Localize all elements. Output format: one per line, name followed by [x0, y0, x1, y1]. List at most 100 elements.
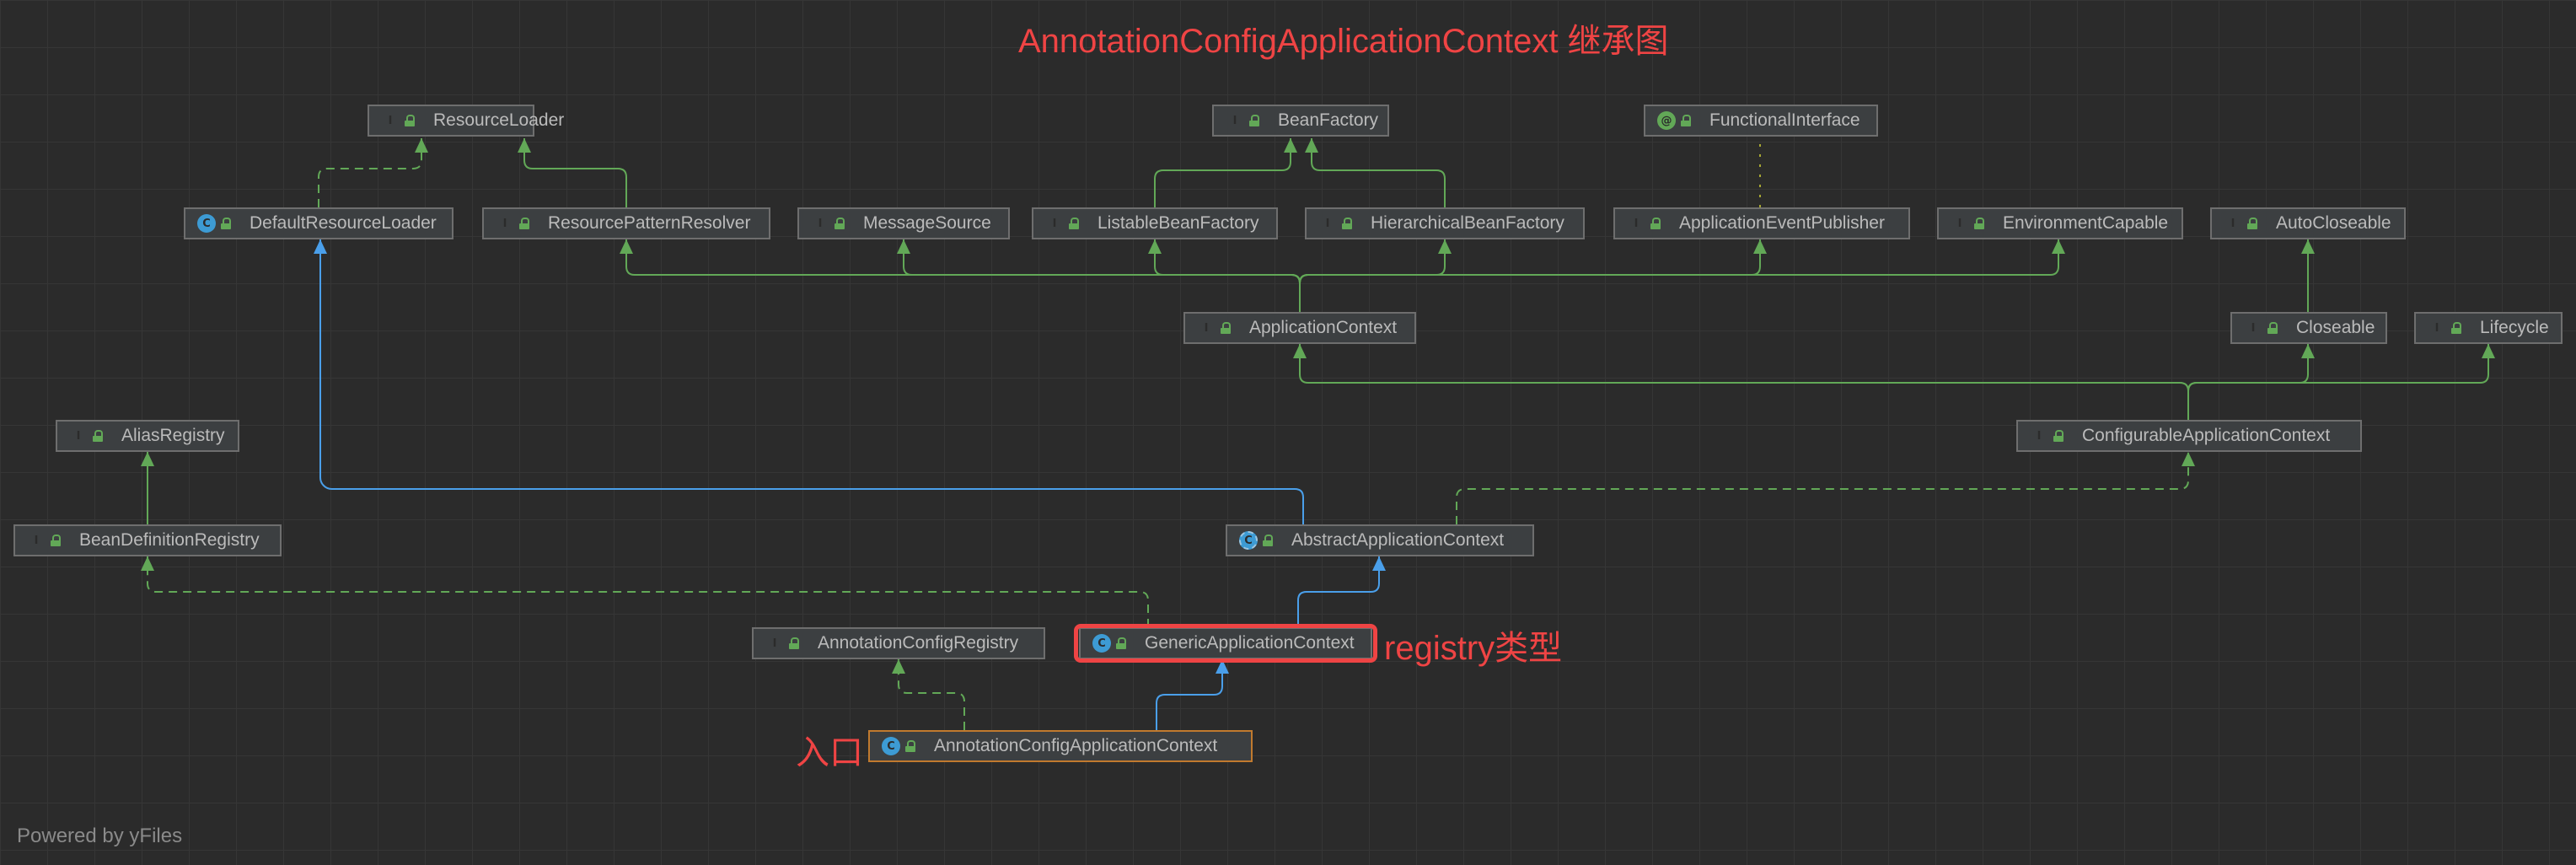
edge-line	[1154, 138, 1291, 207]
node-label: DefaultResourceLoader	[250, 213, 437, 233]
edge-arrowhead	[2301, 239, 2315, 254]
annotation-icon: @	[1657, 111, 1676, 130]
node-resource-pattern-resolver[interactable]: I ResourcePatternResolver	[482, 207, 770, 239]
edge-arrowhead	[314, 239, 327, 254]
interface-icon: I	[1204, 321, 1209, 335]
edge-arrowhead	[1284, 138, 1297, 153]
interface-icon: I	[1052, 217, 1057, 230]
interface-icon: I	[502, 217, 507, 230]
edge-arrowhead	[415, 138, 428, 153]
edge-line	[147, 556, 1149, 627]
node-application-event-publisher[interactable]: I ApplicationEventPublisher	[1613, 207, 1910, 239]
node-closeable[interactable]: I Closeable	[2230, 312, 2387, 344]
interface-icon: I	[818, 217, 823, 230]
node-label: AbstractApplicationContext	[1291, 530, 1505, 550]
edge-default-resource-loader-to-resource-loader	[318, 138, 428, 207]
public-access-icon	[2053, 430, 2063, 442]
node-label: AutoCloseable	[2276, 213, 2391, 233]
node-lifecycle[interactable]: I Lifecycle	[2414, 312, 2563, 344]
interface-icon: I	[2251, 321, 2256, 335]
node-environment-capable[interactable]: I EnvironmentCapable	[1937, 207, 2183, 239]
node-label: ConfigurableApplicationContext	[2082, 426, 2331, 445]
edge-arrowhead	[620, 239, 633, 254]
node-label: HierarchicalBeanFactory	[1371, 213, 1564, 233]
public-access-icon	[2267, 322, 2278, 334]
node-bean-factory[interactable]: I BeanFactory	[1212, 105, 1389, 137]
edge-line	[319, 239, 1304, 524]
node-label: AnnotationConfigApplicationContext	[934, 736, 1218, 755]
public-access-icon	[519, 218, 529, 229]
edge-arrowhead	[2482, 344, 2495, 358]
edge-application-context-to-listable-bean-factory	[1148, 239, 1301, 312]
edge-arrowhead	[892, 659, 905, 674]
edge-abstract-application-context-to-configurable-application-context	[1456, 452, 2195, 524]
node-annotation-config-registry[interactable]: I AnnotationConfigRegistry	[752, 627, 1045, 659]
interface-icon: I	[34, 534, 39, 547]
class-icon: C	[882, 737, 900, 755]
edge-arrowhead	[897, 239, 910, 254]
edge-line	[2187, 344, 2489, 420]
interface-icon: I	[1634, 217, 1639, 230]
node-alias-registry[interactable]: I AliasRegistry	[56, 420, 239, 452]
node-annotation-config-application-context[interactable]: C AnnotationConfigApplicationContext	[868, 730, 1253, 762]
node-label: AliasRegistry	[121, 426, 225, 445]
interface-icon: I	[1957, 217, 1962, 230]
abstract-class-icon: C	[1239, 531, 1258, 550]
edge-listable-bean-factory-to-bean-factory	[1154, 138, 1297, 207]
node-auto-closeable[interactable]: I AutoCloseable	[2210, 207, 2406, 239]
node-hierarchical-bean-factory[interactable]: I HierarchicalBeanFactory	[1305, 207, 1585, 239]
edge-arrowhead	[2301, 344, 2315, 358]
public-access-icon	[835, 218, 845, 229]
edge-hierarchical-bean-factory-to-bean-factory	[1305, 138, 1446, 207]
public-access-icon	[1342, 218, 1352, 229]
edge-line	[1154, 239, 1301, 312]
edge-line	[1299, 344, 2189, 420]
edge-arrowhead	[141, 452, 154, 466]
interface-icon: I	[1325, 217, 1330, 230]
interface-icon: I	[2434, 321, 2439, 335]
edge-arrowhead	[1372, 556, 1386, 571]
node-listable-bean-factory[interactable]: I ListableBeanFactory	[1032, 207, 1278, 239]
edge-configurable-application-context-to-lifecycle	[2187, 344, 2495, 420]
edge-arrowhead	[1148, 239, 1162, 254]
edge-annotation-config-application-context-to-generic-application-context	[1156, 659, 1229, 730]
edge-application-context-to-environment-capable	[1299, 239, 2065, 312]
node-bean-definition-registry[interactable]: I BeanDefinitionRegistry	[13, 524, 282, 556]
entry-point-note: 入口	[796, 734, 863, 771]
node-functional-interface[interactable]: @ FunctionalInterface	[1644, 105, 1878, 137]
edge-generic-application-context-to-abstract-application-context	[1297, 556, 1386, 627]
node-label: Closeable	[2296, 318, 2375, 337]
node-label: BeanFactory	[1278, 110, 1379, 130]
public-access-icon	[51, 535, 61, 546]
edge-line	[523, 138, 627, 207]
node-default-resource-loader[interactable]: C DefaultResourceLoader	[184, 207, 453, 239]
node-abstract-application-context[interactable]: C AbstractApplicationContext	[1226, 524, 1534, 556]
node-resource-loader[interactable]: I ResourceLoader	[368, 105, 564, 137]
node-label: ApplicationEventPublisher	[1679, 213, 1885, 233]
node-configurable-application-context[interactable]: I ConfigurableApplicationContext	[2016, 420, 2362, 452]
public-access-icon	[2247, 218, 2257, 229]
edge-arrowhead	[1753, 239, 1767, 254]
edge-line	[1311, 138, 1446, 207]
public-access-icon	[2451, 322, 2461, 334]
node-message-source[interactable]: I MessageSource	[797, 207, 1010, 239]
node-label: ResourcePatternResolver	[548, 213, 751, 233]
public-access-icon	[789, 637, 799, 649]
edge-annotation-config-application-context-to-annotation-config-registry	[892, 659, 965, 730]
node-label: ApplicationContext	[1249, 318, 1398, 337]
interface-icon: I	[76, 429, 81, 443]
node-label: FunctionalInterface	[1709, 110, 1860, 130]
public-access-icon	[1069, 218, 1079, 229]
public-access-icon	[405, 115, 415, 126]
public-access-icon	[905, 740, 915, 752]
edge-resource-pattern-resolver-to-resource-loader	[518, 138, 627, 207]
node-label: BeanDefinitionRegistry	[79, 530, 260, 550]
interface-icon: I	[2037, 429, 2042, 443]
public-access-icon	[1681, 115, 1691, 126]
node-application-context[interactable]: I ApplicationContext	[1183, 312, 1416, 344]
edge-arrowhead	[1305, 138, 1318, 153]
edge-line	[1299, 239, 2059, 312]
node-label: AnnotationConfigRegistry	[818, 633, 1019, 653]
yfiles-watermark: Powered by yFiles	[17, 825, 183, 847]
edge-line	[1156, 659, 1223, 730]
